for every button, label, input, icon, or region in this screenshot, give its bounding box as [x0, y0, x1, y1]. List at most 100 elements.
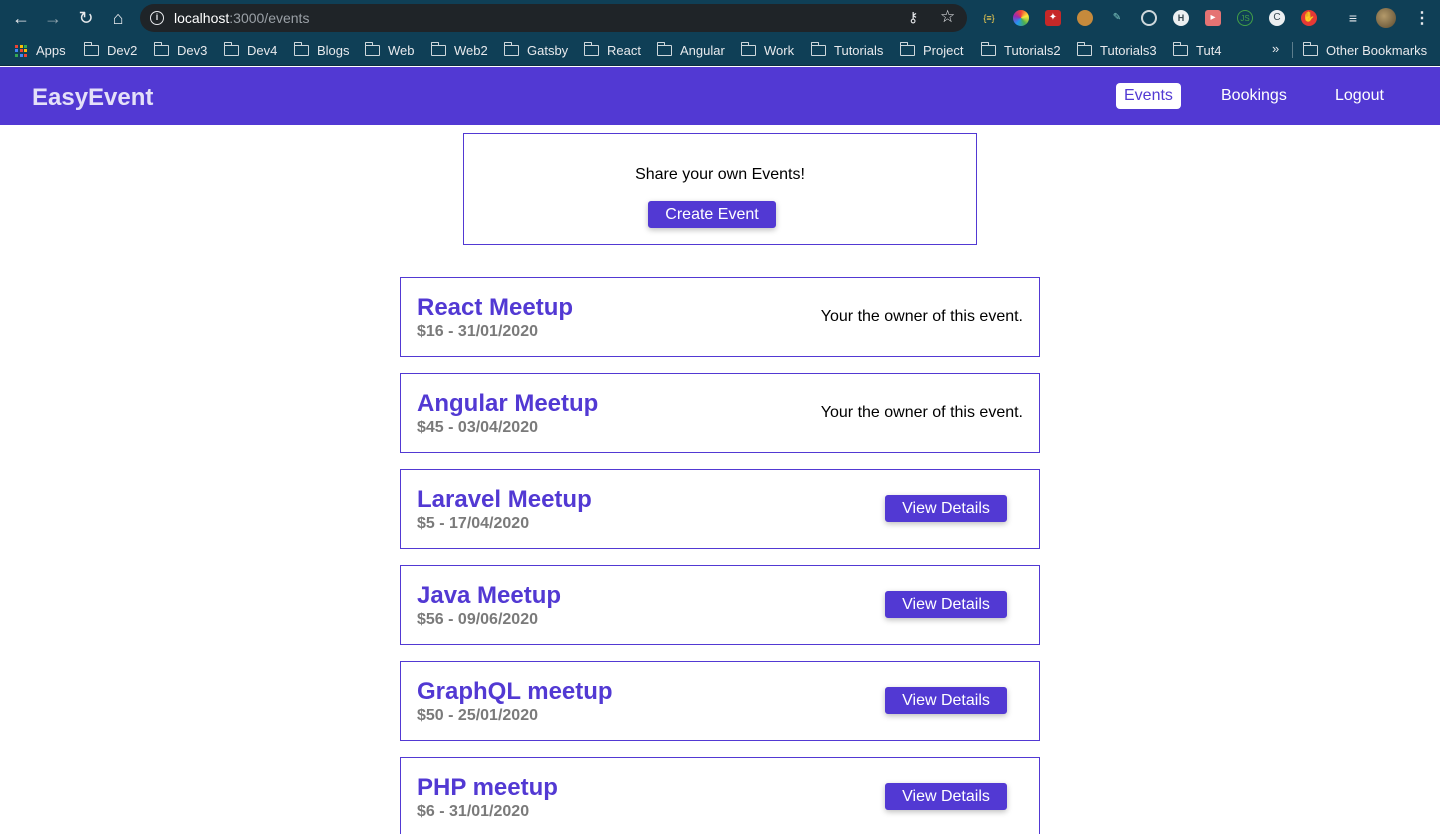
apps-grid-icon — [15, 44, 27, 57]
bookmark-apps[interactable]: Apps — [15, 43, 66, 58]
folder-icon — [153, 42, 169, 56]
bookmark-folder[interactable]: React — [583, 42, 641, 58]
bookmark-other[interactable]: Other Bookmarks — [1302, 42, 1428, 58]
folder-icon — [83, 42, 99, 56]
nav-events[interactable]: Events — [1116, 83, 1181, 109]
bookmark-folder[interactable]: Web2 — [430, 42, 488, 58]
event-title: Angular Meetup — [417, 390, 599, 417]
nav-bookings[interactable]: Bookings — [1213, 83, 1295, 109]
bookmark-label: Blogs — [317, 43, 350, 58]
bookmark-folder[interactable]: Tutorials — [810, 42, 884, 58]
address-bar[interactable]: i localhost:3000/events ⚷ ☆ — [140, 4, 967, 32]
event-price-date: $5 - 17/04/2020 — [417, 515, 530, 532]
bookmark-label: Web — [388, 43, 415, 58]
bookmarks-bar: Apps Dev2 Dev3 Dev4 Blogs Web Web2 Gatsb… — [0, 36, 1440, 66]
event-price-date: $50 - 25/01/2020 — [417, 707, 538, 724]
event-title: PHP meetup — [417, 774, 558, 801]
folder-icon — [656, 42, 672, 56]
create-event-button[interactable]: Create Event — [648, 201, 776, 228]
screenshot-extension-icon[interactable]: ✦ — [1045, 10, 1061, 26]
bookmark-folder[interactable]: Tutorials3 — [1076, 42, 1157, 58]
reading-list-icon[interactable]: ≡ — [1345, 10, 1361, 26]
cookie-extension-icon[interactable] — [1077, 10, 1093, 26]
event-item: Laravel Meetup $5 - 17/04/2020 View Deta… — [400, 469, 1040, 549]
adblock-extension-icon[interactable]: ✋ — [1301, 10, 1317, 26]
bookmark-folder[interactable]: Tutorials2 — [980, 42, 1061, 58]
home-icon[interactable]: ⌂ — [108, 8, 128, 28]
bookmark-folder[interactable]: Dev4 — [223, 42, 278, 58]
main-navigation: EasyEvent Events Bookings Logout — [0, 67, 1440, 125]
event-title: GraphQL meetup — [417, 678, 613, 705]
site-info-icon[interactable]: i — [150, 11, 164, 25]
bookmark-folder[interactable]: Web — [364, 42, 415, 58]
key-icon[interactable]: ⚷ — [908, 9, 918, 26]
pen-extension-icon[interactable]: ✎ — [1109, 10, 1125, 26]
back-icon[interactable]: ← — [11, 8, 31, 28]
event-item: GraphQL meetup $50 - 25/01/2020 View Det… — [400, 661, 1040, 741]
view-details-button[interactable]: View Details — [885, 783, 1007, 810]
share-events-text: Share your own Events! — [635, 166, 805, 183]
node-extension-icon[interactable]: JS — [1237, 10, 1253, 26]
folder-icon — [364, 42, 380, 56]
target-extension-icon[interactable] — [1141, 10, 1157, 26]
bookmark-label: Other Bookmarks — [1326, 43, 1428, 58]
bookmark-label: Tutorials — [834, 43, 884, 58]
folder-icon — [430, 42, 446, 56]
event-item: Angular Meetup $45 - 03/04/2020 Your the… — [400, 373, 1040, 453]
folder-icon — [1172, 42, 1188, 56]
folder-icon — [1076, 42, 1092, 56]
bookmark-folder[interactable]: Tut4 — [1172, 42, 1222, 58]
view-details-button[interactable]: View Details — [885, 687, 1007, 714]
folder-icon — [503, 42, 519, 56]
bookmark-label: Project — [923, 43, 964, 58]
chrome-menu-icon[interactable]: ⋮ — [1414, 8, 1430, 28]
grammar-extension-icon[interactable]: C — [1269, 10, 1285, 26]
event-item: PHP meetup $6 - 31/01/2020 View Details — [400, 757, 1040, 834]
event-price-date: $6 - 31/01/2020 — [417, 803, 530, 820]
event-item: React Meetup $16 - 31/01/2020 Your the o… — [400, 277, 1040, 357]
bookmark-label: Work — [764, 43, 795, 58]
bookmark-label: Dev3 — [177, 43, 208, 58]
address-url: localhost:3000/events — [174, 10, 309, 26]
nav-logout[interactable]: Logout — [1327, 83, 1392, 109]
bookmark-label: Web2 — [454, 43, 488, 58]
bookmark-folder[interactable]: Project — [899, 42, 964, 58]
bookmark-label: Gatsby — [527, 43, 569, 58]
logo[interactable]: EasyEvent — [32, 84, 153, 112]
json-extension-icon[interactable]: {≡} — [981, 10, 997, 26]
folder-icon — [740, 42, 756, 56]
h-extension-icon[interactable]: H — [1173, 10, 1189, 26]
reload-icon[interactable]: ↻ — [76, 8, 96, 28]
bookmark-folder[interactable]: Dev2 — [83, 42, 137, 58]
view-details-button[interactable]: View Details — [885, 495, 1007, 522]
url-path: :3000/events — [229, 10, 310, 26]
bookmarks-overflow-icon[interactable]: » — [1272, 41, 1279, 56]
bookmark-label: Tut4 — [1196, 43, 1222, 58]
event-price-date: $56 - 09/06/2020 — [417, 611, 538, 628]
browser-toolbar: ← → ↻ ⌂ i localhost:3000/events ⚷ ☆ {≡} … — [0, 0, 1440, 36]
bookmark-folder[interactable]: Dev3 — [153, 42, 208, 58]
folder-icon — [223, 42, 239, 56]
forward-icon[interactable]: → — [43, 8, 63, 28]
event-title: Laravel Meetup — [417, 486, 592, 513]
folder-icon — [980, 42, 996, 56]
event-price-date: $16 - 31/01/2020 — [417, 323, 538, 340]
event-item: Java Meetup $56 - 09/06/2020 View Detail… — [400, 565, 1040, 645]
view-details-button[interactable]: View Details — [885, 591, 1007, 618]
owner-notice: Your the owner of this event. — [820, 308, 1023, 325]
color-extension-icon[interactable] — [1013, 10, 1029, 26]
folder-icon — [583, 42, 599, 56]
profile-avatar[interactable] — [1376, 8, 1396, 28]
bookmark-star-icon[interactable]: ☆ — [940, 7, 955, 27]
bookmark-label: Dev4 — [247, 43, 278, 58]
owner-notice: Your the owner of this event. — [820, 404, 1023, 421]
bookmark-folder[interactable]: Blogs — [293, 42, 350, 58]
bookmark-folder[interactable]: Angular — [656, 42, 725, 58]
url-host: localhost — [174, 10, 230, 26]
event-title: Java Meetup — [417, 582, 562, 609]
bookmark-folder[interactable]: Gatsby — [503, 42, 569, 58]
bookmark-folder[interactable]: Work — [740, 42, 795, 58]
video-extension-icon[interactable]: ▸ — [1205, 10, 1221, 26]
event-title: React Meetup — [417, 294, 574, 321]
bookmark-label: Angular — [680, 43, 725, 58]
